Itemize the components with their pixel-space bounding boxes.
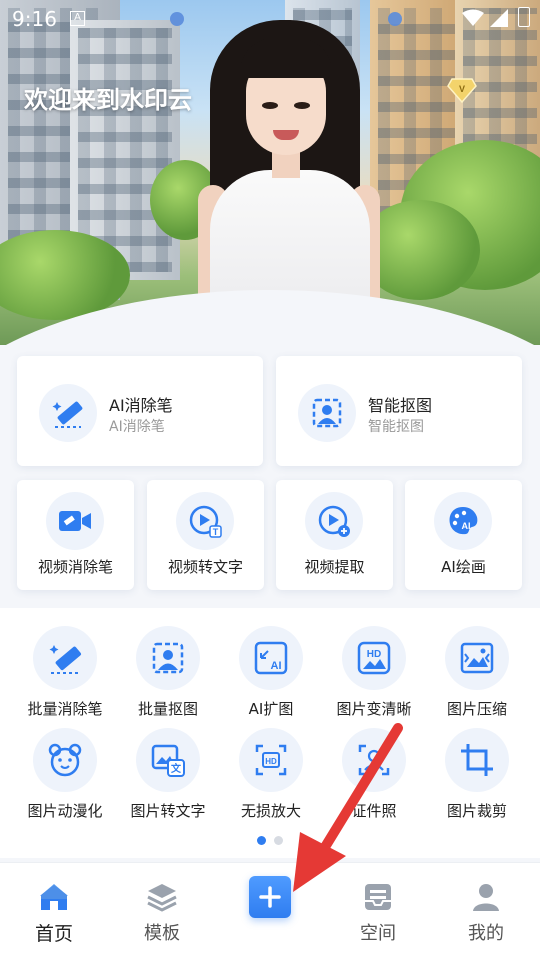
tool-label: 图片压缩 (446, 700, 507, 718)
anime-bear-icon (33, 728, 97, 792)
feature-label: 视频转文字 (167, 558, 243, 576)
image-compress-icon (445, 626, 509, 690)
tool-hd-image[interactable]: HD 图片变清晰 (322, 626, 426, 726)
tool-hd-upscale[interactable]: HD 无损放大 (219, 728, 323, 828)
home-icon (40, 884, 68, 910)
tool-label: 图片变清晰 (336, 700, 412, 718)
tool-image-to-text[interactable]: 文 图片转文字 (116, 728, 220, 828)
video-extract-icon (305, 492, 363, 550)
create-plus-button[interactable] (249, 876, 291, 918)
tab-label: 首页 (34, 923, 73, 945)
feature-subtitle: AI消除笔 (109, 419, 165, 435)
batch-eraser-icon (33, 626, 97, 690)
feature-card-video-to-text[interactable]: T 视频转文字 (147, 480, 264, 590)
camera-dot-indicator (388, 12, 402, 26)
portrait-cutout-icon (298, 384, 356, 442)
tab-home[interactable]: 首页 (0, 863, 108, 960)
camera-dot-indicator (170, 12, 184, 26)
svg-text:HD: HD (265, 757, 277, 766)
feature-card-smart-cutout[interactable]: 智能抠图 智能抠图 (276, 356, 522, 466)
layers-icon (147, 884, 177, 912)
feature-card-video-eraser[interactable]: 视频消除笔 (17, 480, 134, 590)
tool-label: 无损放大 (240, 802, 301, 820)
status-bar: 9:16 A (0, 0, 540, 36)
tab-label: 模板 (144, 923, 180, 944)
tool-image-compress[interactable]: 图片压缩 (425, 626, 529, 726)
image-to-text-icon: 文 (136, 728, 200, 792)
tool-label: 批量消除笔 (27, 700, 103, 718)
notification-icon: A (70, 11, 85, 26)
hd-upscale-icon: HD (239, 728, 303, 792)
pager-dot[interactable] (274, 836, 283, 845)
feature-subtitle: 智能抠图 (368, 419, 424, 435)
feature-title: AI消除笔 (109, 396, 173, 415)
diamond-v-icon[interactable]: V (447, 76, 477, 104)
crop-icon (445, 728, 509, 792)
tool-anime[interactable]: 图片动漫化 (13, 728, 117, 828)
svg-text:V: V (459, 84, 465, 94)
tool-label: 批量抠图 (137, 700, 198, 718)
svg-text:HD: HD (367, 649, 381, 660)
ai-paint-icon: AI (434, 492, 492, 550)
feature-card-ai-paint[interactable]: AI AI绘画 (405, 480, 522, 590)
id-photo-icon (342, 728, 406, 792)
svg-text:AI: AI (271, 660, 282, 672)
tab-label: 空间 (360, 923, 396, 944)
tool-label: 图片转文字 (130, 802, 206, 820)
tool-ai-expand[interactable]: AI AI扩图 (219, 626, 323, 726)
svg-text:T: T (213, 527, 219, 537)
svg-text:文: 文 (171, 762, 182, 775)
tool-crop[interactable]: 图片裁剪 (425, 728, 529, 828)
tab-profile[interactable]: 我的 (432, 863, 540, 960)
signal-icon (490, 9, 508, 27)
tool-label: 图片裁剪 (446, 802, 507, 820)
tool-id-photo[interactable]: 证件照 (322, 728, 426, 828)
feature-label: 视频提取 (304, 558, 365, 576)
tab-templates[interactable]: 模板 (108, 863, 216, 960)
inbox-icon (365, 884, 391, 910)
wifi-icon (462, 9, 484, 26)
welcome-title: 欢迎来到水印云 (24, 86, 192, 114)
plus-icon (259, 886, 281, 908)
video-to-text-icon: T (176, 492, 234, 550)
tool-label: AI扩图 (248, 700, 294, 718)
tab-label: 我的 (468, 923, 504, 944)
user-icon (473, 884, 499, 911)
battery-icon (518, 7, 530, 27)
feature-label: AI绘画 (441, 558, 486, 576)
video-eraser-icon (46, 492, 104, 550)
svg-text:AI: AI (462, 521, 471, 531)
tool-label: 证件照 (351, 802, 397, 820)
feature-card-ai-eraser[interactable]: AI消除笔 AI消除笔 (17, 356, 263, 466)
feature-label: 视频消除笔 (37, 558, 113, 576)
feature-title: 智能抠图 (368, 396, 433, 415)
magic-eraser-icon (39, 384, 97, 442)
feature-card-video-extract[interactable]: 视频提取 (276, 480, 393, 590)
tool-batch-eraser[interactable]: 批量消除笔 (13, 626, 117, 726)
ai-expand-icon: AI (239, 626, 303, 690)
hd-image-icon: HD (342, 626, 406, 690)
tool-batch-cutout[interactable]: 批量抠图 (116, 626, 220, 726)
tool-label: 图片动漫化 (27, 802, 103, 820)
status-time: 9:16 (12, 7, 57, 31)
batch-cutout-icon (136, 626, 200, 690)
pager-dot-active[interactable] (257, 836, 266, 845)
hero-banner: 欢迎来到水印云 V (0, 0, 540, 345)
tab-space[interactable]: 空间 (324, 863, 432, 960)
